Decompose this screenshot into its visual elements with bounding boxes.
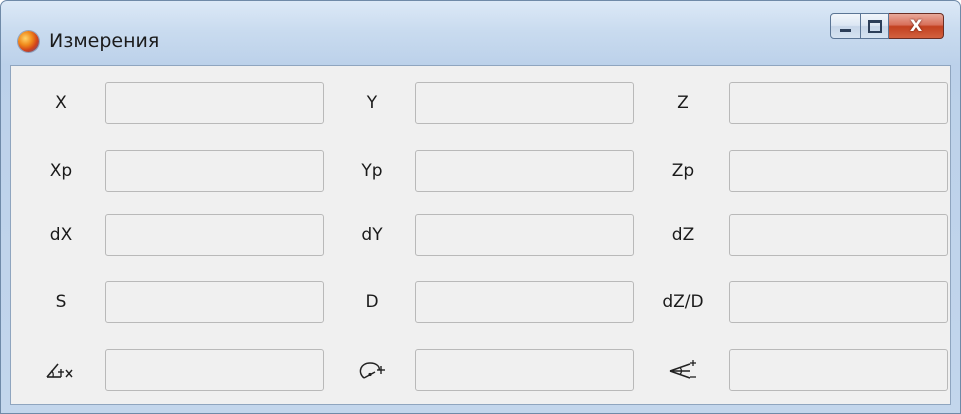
window-controls: X xyxy=(830,13,944,41)
globe-app-icon xyxy=(18,31,39,52)
maximize-button[interactable] xyxy=(861,13,889,39)
dz-field[interactable] xyxy=(729,214,948,256)
label-y: Y xyxy=(366,93,378,113)
yp-field[interactable] xyxy=(415,150,634,192)
label-s: S xyxy=(55,292,67,312)
label-x: X xyxy=(55,93,67,113)
close-button[interactable]: X xyxy=(889,13,944,39)
minimize-icon xyxy=(840,28,851,32)
azimuth-label xyxy=(337,349,407,391)
label-dy: dY xyxy=(361,225,383,245)
slope-field[interactable] xyxy=(729,349,948,391)
label-xp: Xp xyxy=(49,161,73,181)
y-field[interactable] xyxy=(415,82,634,124)
measurements-window: Измерения X X Y Z Xp Yp Zp dX dY dZ S D … xyxy=(0,0,961,414)
s-field[interactable] xyxy=(105,281,324,323)
slope-label xyxy=(648,349,718,391)
slope-angle-icon xyxy=(669,360,696,379)
title-bar[interactable]: Измерения X xyxy=(1,1,960,65)
angle-x-field[interactable] xyxy=(105,349,324,391)
label-dz-d: dZ/D xyxy=(662,292,704,312)
dz-d-field[interactable] xyxy=(729,281,948,323)
azimuth-field[interactable] xyxy=(415,349,634,391)
zp-field[interactable] xyxy=(729,150,948,192)
label-dx: dX xyxy=(49,225,73,245)
d-field[interactable] xyxy=(415,281,634,323)
label-dz: dZ xyxy=(671,225,695,245)
close-icon: X xyxy=(909,16,923,35)
x-field[interactable] xyxy=(105,82,324,124)
label-z: Z xyxy=(677,93,689,113)
label-yp: Yp xyxy=(361,161,383,181)
maximize-icon xyxy=(867,19,882,33)
window-title: Измерения xyxy=(49,30,160,52)
minimize-button[interactable] xyxy=(830,13,861,39)
angle-x-icon xyxy=(46,363,73,378)
dx-field[interactable] xyxy=(105,214,324,256)
xp-field[interactable] xyxy=(105,150,324,192)
azimuth-arc-icon xyxy=(359,362,385,379)
label-d: D xyxy=(365,292,379,312)
label-zp: Zp xyxy=(671,161,695,181)
z-field[interactable] xyxy=(729,82,948,124)
measurements-panel: X Y Z Xp Yp Zp dX dY dZ S D dZ/D xyxy=(10,65,951,405)
dy-field[interactable] xyxy=(415,214,634,256)
angle-x-label xyxy=(26,349,96,391)
